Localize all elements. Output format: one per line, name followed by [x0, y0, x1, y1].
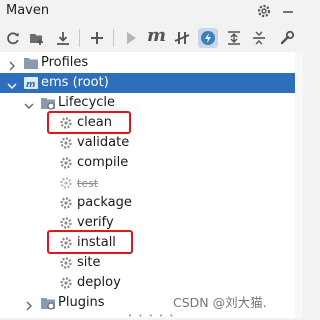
tree-node-goal-deploy[interactable]: deploy: [0, 273, 295, 293]
panel-title: Maven: [6, 3, 50, 18]
watermark: CSDN @刘大猫.: [173, 295, 267, 310]
chevron-down-icon[interactable]: [23, 97, 35, 109]
chevron-right-icon[interactable]: [23, 297, 35, 311]
tree-node-goal-compile[interactable]: compile: [0, 153, 295, 173]
add-folder-icon[interactable]: [27, 28, 47, 48]
plugins-folder-icon: [40, 295, 56, 311]
lifecycle-folder-icon: [40, 95, 56, 111]
execute-goal-icon[interactable]: m: [145, 25, 167, 48]
collapse-all-icon[interactable]: [249, 28, 269, 48]
chevron-down-icon[interactable]: [6, 77, 18, 89]
panel-header: Maven: [0, 0, 303, 22]
tree-node-goal-site[interactable]: site: [0, 253, 295, 273]
tree-node-goal-install[interactable]: install: [0, 233, 295, 253]
tree-label: site: [77, 255, 101, 270]
scroll-indicator-dots: • • • • •: [128, 312, 176, 320]
tree-label: verify: [77, 215, 114, 230]
tree-label: validate: [77, 135, 130, 150]
tree-node-profiles[interactable]: Profiles: [0, 53, 295, 73]
gear-icon: [58, 215, 74, 231]
expand-all-icon[interactable]: [224, 28, 244, 48]
highlight-box-install: [47, 230, 133, 254]
execute-goal-label: m: [147, 25, 167, 46]
add-icon[interactable]: [87, 28, 107, 48]
tree-node-goal-test[interactable]: test: [0, 173, 295, 193]
tree-label: compile: [77, 155, 129, 170]
tree-node-lifecycle[interactable]: Lifecycle: [0, 93, 295, 113]
offline-mode-icon[interactable]: [198, 28, 218, 48]
maven-project-tree: Profiles m ems (root) Lifecycle clean va…: [0, 52, 303, 318]
tree-node-goal-package[interactable]: package: [0, 193, 295, 213]
gear-icon: [58, 135, 74, 151]
folder-icon: [23, 55, 39, 71]
gear-icon: [58, 195, 74, 211]
tree-node-goal-clean[interactable]: clean: [0, 113, 295, 133]
tree-label: Lifecycle: [58, 95, 116, 110]
svg-text:m: m: [26, 80, 35, 90]
tree-node-goal-verify[interactable]: verify: [0, 213, 295, 233]
run-icon[interactable]: [121, 28, 141, 48]
tree-label: ems (root): [41, 75, 109, 90]
maven-module-icon: m: [23, 75, 39, 91]
gear-icon: [58, 175, 74, 191]
tree-label: package: [77, 195, 132, 210]
tree-label: Plugins: [58, 295, 105, 310]
tree-label: deploy: [77, 275, 121, 290]
reload-icon[interactable]: [3, 28, 23, 48]
tree-label-skipped: test: [77, 177, 99, 190]
gear-icon: [58, 155, 74, 171]
vertical-scrollbar[interactable]: [295, 52, 303, 318]
chevron-right-icon[interactable]: [6, 57, 18, 71]
download-icon[interactable]: [53, 28, 73, 48]
tree-node-goal-validate[interactable]: validate: [0, 133, 295, 153]
gear-icon: [58, 255, 74, 271]
tree-node-project-ems[interactable]: m ems (root): [0, 73, 295, 93]
skip-tests-icon[interactable]: [172, 28, 192, 48]
minimize-icon[interactable]: [280, 3, 296, 19]
settings-wrench-icon[interactable]: [277, 28, 297, 48]
gear-icon: [58, 275, 74, 291]
highlight-box-clean: [47, 111, 131, 134]
tree-label: Profiles: [41, 55, 89, 70]
gear-icon[interactable]: [256, 3, 272, 19]
maven-toolbar: m: [0, 24, 303, 53]
